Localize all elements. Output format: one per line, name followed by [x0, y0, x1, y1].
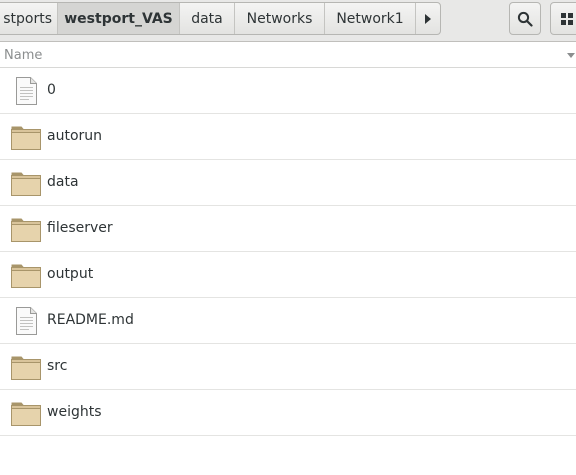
file-row[interactable]: src: [0, 344, 576, 390]
file-row[interactable]: README.md: [0, 298, 576, 344]
column-header[interactable]: Name: [0, 43, 576, 68]
file-name: fileserver: [47, 220, 113, 236]
folder-icon: [10, 259, 42, 291]
folder-icon: [10, 351, 42, 383]
folder-icon: [10, 167, 42, 199]
crumb-current[interactable]: westport_VAS: [58, 3, 180, 34]
file-icon: [10, 75, 42, 107]
folder-icon: [10, 213, 42, 245]
file-list: 0 autorun data fileserver output README.…: [0, 68, 576, 436]
file-name: weights: [47, 404, 102, 420]
file-name: autorun: [47, 128, 103, 144]
column-name-label[interactable]: Name: [4, 48, 42, 63]
file-name: 0: [47, 82, 56, 98]
file-name: data: [47, 174, 79, 190]
crumb-networks[interactable]: Networks: [235, 3, 325, 34]
grid-view-icon: [561, 12, 573, 25]
sort-down-icon[interactable]: [567, 53, 575, 58]
folder-icon: [10, 121, 42, 153]
file-row[interactable]: data: [0, 160, 576, 206]
crumb-parent[interactable]: stports: [0, 3, 58, 34]
file-name: output: [47, 266, 94, 282]
file-row[interactable]: fileserver: [0, 206, 576, 252]
search-icon: [517, 11, 533, 27]
header-bar: stports westport_VAS data Networks Netwo…: [0, 0, 576, 42]
crumb-network1[interactable]: Network1: [325, 3, 416, 34]
file-icon: [10, 305, 42, 337]
view-toggle-button[interactable]: [550, 2, 576, 35]
folder-icon: [10, 397, 42, 429]
crumb-data[interactable]: data: [180, 3, 235, 34]
file-row[interactable]: weights: [0, 390, 576, 436]
file-name: src: [47, 358, 68, 374]
path-forward-arrow[interactable]: [416, 3, 440, 34]
file-row[interactable]: 0: [0, 68, 576, 114]
search-button[interactable]: [509, 2, 541, 35]
chevron-right-icon: [425, 13, 431, 24]
file-row[interactable]: autorun: [0, 114, 576, 160]
file-name: README.md: [47, 312, 134, 328]
path-bar: stports westport_VAS data Networks Netwo…: [0, 2, 441, 35]
file-row[interactable]: output: [0, 252, 576, 298]
